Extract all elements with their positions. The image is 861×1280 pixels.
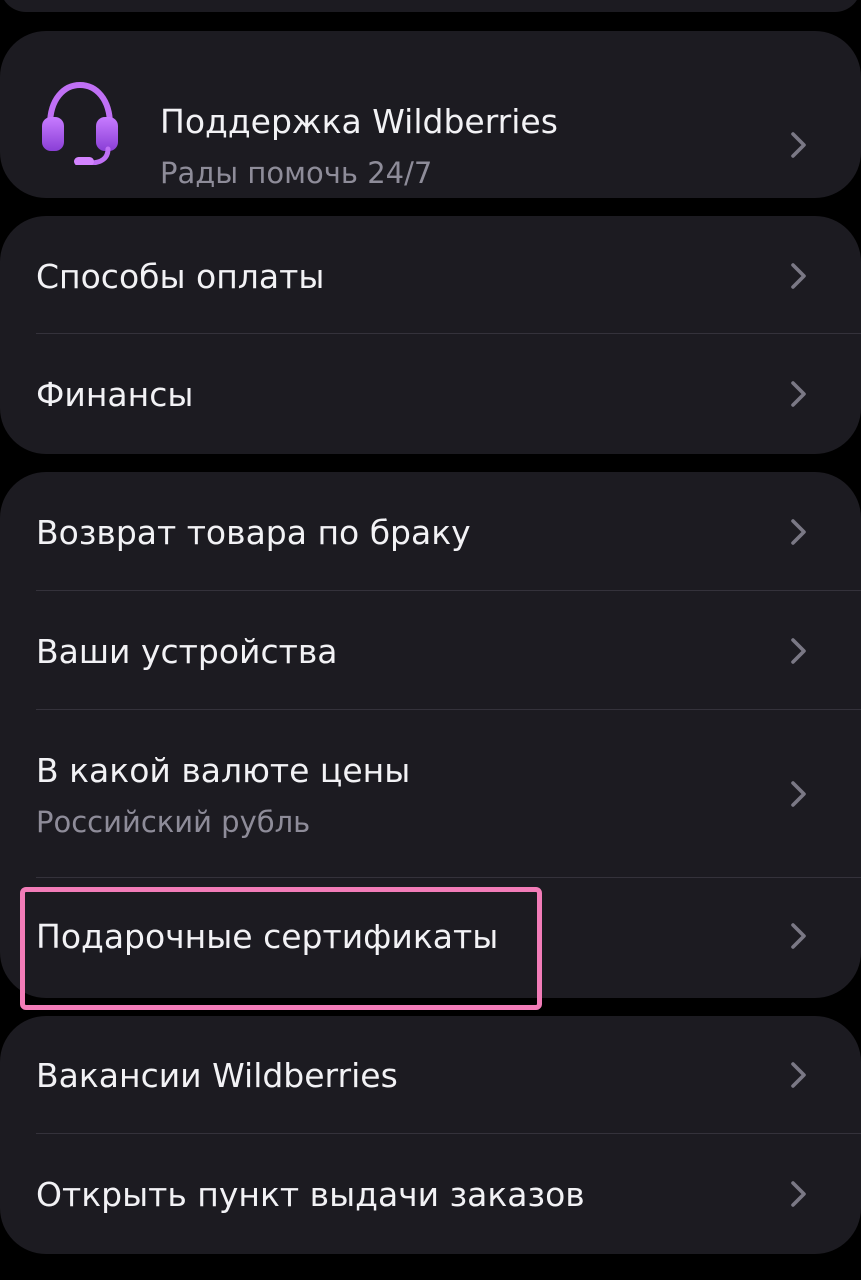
menu-item-label: Вакансии Wildberries (36, 1056, 398, 1095)
support-title: Поддержка Wildberries (160, 102, 558, 141)
top-partial-card (0, 0, 861, 12)
support-card[interactable]: Поддержка Wildberries Рады помочь 24/7 (0, 31, 861, 198)
settings-group-card: Возврат товара по браку Ваши устройства … (0, 472, 861, 998)
menu-item-open-pickup-point[interactable]: Открыть пункт выдачи заказов (0, 1134, 861, 1254)
menu-item-currency[interactable]: В какой валюте цены Российский рубль (0, 710, 861, 878)
menu-item-label: Открыть пункт выдачи заказов (36, 1175, 585, 1214)
chevron-right-icon (791, 519, 806, 545)
menu-item-label: Способы оплаты (36, 257, 325, 296)
menu-item-label: Подарочные сертификаты (36, 917, 499, 956)
menu-item-defect-return[interactable]: Возврат товара по браку (0, 472, 861, 591)
chevron-right-icon (791, 132, 806, 158)
misc-group-card: Вакансии Wildberries Открыть пункт выдач… (0, 1016, 861, 1254)
chevron-right-icon (791, 923, 806, 949)
menu-item-label: Финансы (36, 375, 194, 414)
support-subtitle: Рады помочь 24/7 (160, 156, 433, 190)
menu-item-payment-methods[interactable]: Способы оплаты (0, 216, 861, 334)
chevron-right-icon (791, 381, 806, 407)
chevron-right-icon (791, 1181, 806, 1207)
menu-item-devices[interactable]: Ваши устройства (0, 591, 861, 710)
chevron-right-icon (791, 781, 806, 807)
menu-item-gift-certificates[interactable]: Подарочные сертификаты (0, 878, 861, 998)
profile-menu-screen: Поддержка Wildberries Рады помочь 24/7 С… (0, 0, 861, 1280)
finance-group-card: Способы оплаты Финансы (0, 216, 861, 454)
menu-item-finance[interactable]: Финансы (0, 334, 861, 454)
chevron-right-icon (791, 638, 806, 664)
support-row[interactable]: Поддержка Wildberries Рады помочь 24/7 (0, 31, 861, 198)
chevron-right-icon (791, 263, 806, 289)
menu-item-label: Ваши устройства (36, 632, 338, 671)
menu-item-label: В какой валюте цены (36, 751, 411, 790)
headset-icon (36, 77, 124, 166)
currency-value: Российский рубль (36, 805, 311, 839)
menu-item-vacancies[interactable]: Вакансии Wildberries (0, 1016, 861, 1134)
chevron-right-icon (791, 1062, 806, 1088)
menu-item-label: Возврат товара по браку (36, 513, 471, 552)
